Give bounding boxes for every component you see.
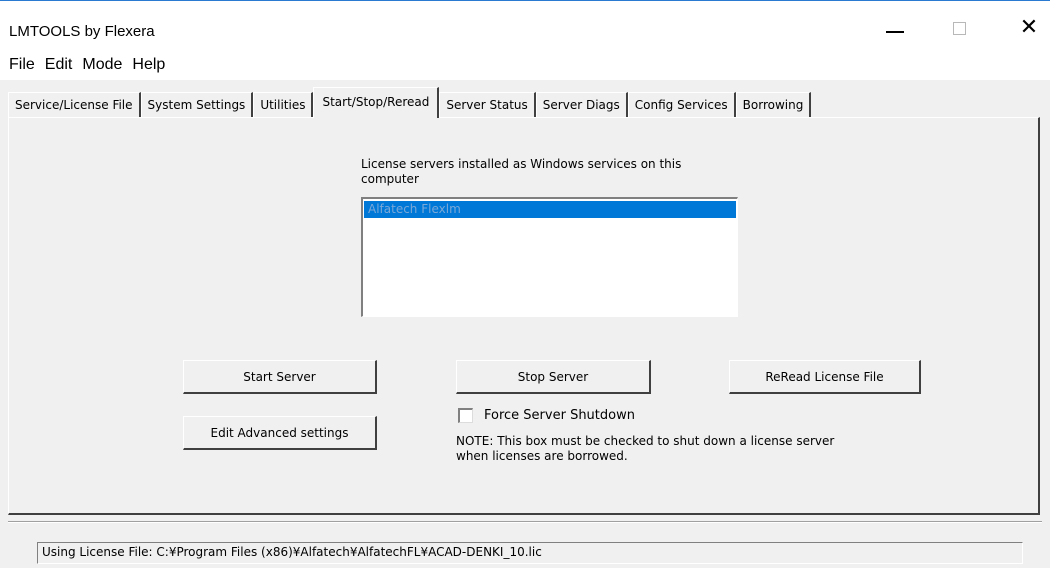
menu-help[interactable]: Help — [127, 56, 170, 74]
maximize-icon — [952, 21, 966, 35]
minimize-button[interactable] — [872, 13, 918, 43]
tab-system-settings[interactable]: System Settings — [140, 92, 254, 118]
force-shutdown-checkbox[interactable] — [458, 408, 473, 423]
close-icon: ✕ — [1019, 15, 1039, 40]
services-listbox[interactable]: Alfatech Flexlm — [361, 197, 738, 317]
maximize-button[interactable] — [936, 13, 982, 43]
note-text-line2: when licenses are borrowed. — [456, 449, 628, 463]
stop-server-button[interactable]: Stop Server — [456, 360, 651, 394]
services-label-line1: License servers installed as Windows ser… — [361, 157, 682, 171]
menu-edit[interactable]: Edit — [40, 56, 78, 74]
services-label-line2: computer — [361, 172, 419, 186]
title-bar: LMTOOLS by Flexera ✕ — [0, 0, 1050, 46]
force-shutdown-label[interactable]: Force Server Shutdown — [484, 408, 635, 423]
status-separator — [8, 521, 1042, 523]
tab-service-license-file[interactable]: Service/License File — [8, 92, 141, 118]
tab-server-diags[interactable]: Server Diags — [535, 92, 628, 118]
menu-file[interactable]: File — [4, 56, 40, 74]
service-list-item[interactable]: Alfatech Flexlm — [364, 201, 736, 218]
start-server-button[interactable]: Start Server — [183, 360, 377, 394]
tab-utilities[interactable]: Utilities — [253, 92, 314, 118]
note-text-line1: NOTE: This box must be checked to shut d… — [456, 434, 835, 448]
minimize-icon — [886, 31, 904, 33]
tab-server-status[interactable]: Server Status — [439, 92, 536, 118]
status-bar-license-file: Using License File: C:¥Program Files (x8… — [37, 542, 1023, 564]
tab-bar: Service/License File System Settings Uti… — [8, 86, 812, 118]
edit-advanced-settings-button[interactable]: Edit Advanced settings — [183, 416, 377, 450]
close-button[interactable]: ✕ — [1006, 13, 1050, 43]
tab-config-services[interactable]: Config Services — [627, 92, 736, 118]
menu-mode[interactable]: Mode — [77, 56, 127, 74]
tab-start-stop-reread[interactable]: Start/Stop/Reread — [313, 87, 440, 118]
window-title: LMTOOLS by Flexera — [9, 23, 155, 40]
menu-bar: File Edit Mode Help — [0, 46, 1050, 80]
tab-borrowing[interactable]: Borrowing — [735, 92, 812, 118]
reread-license-file-button[interactable]: ReRead License File — [729, 360, 921, 394]
